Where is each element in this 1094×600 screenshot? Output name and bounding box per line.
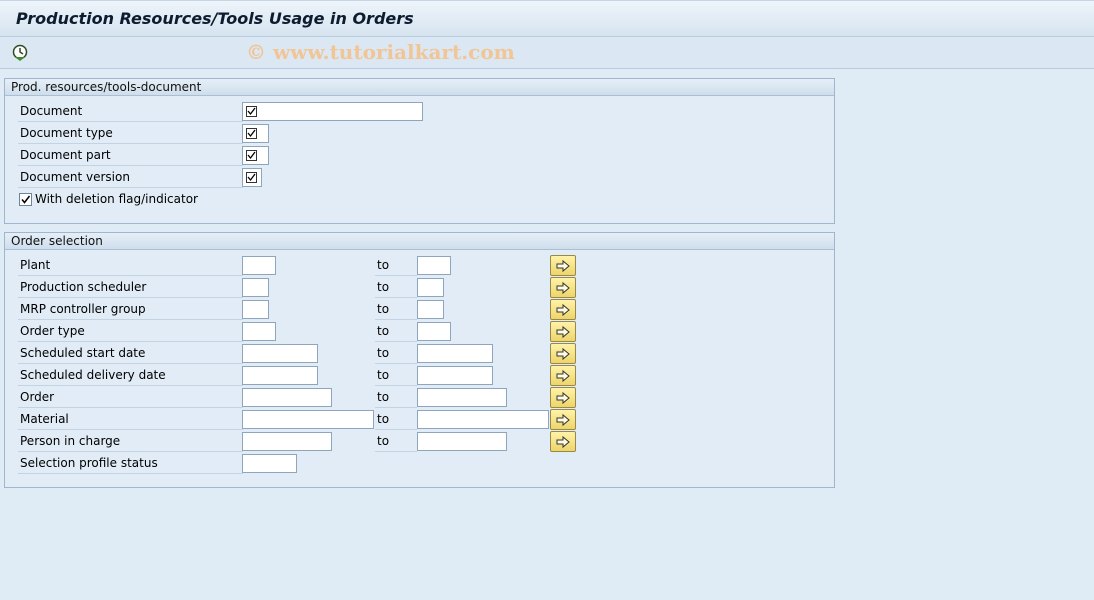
execute-button[interactable] [10,43,30,63]
production-scheduler-from-input[interactable] [242,278,269,297]
document-row: Document [5,100,834,122]
document-type-input[interactable] [242,124,269,143]
to-label: to [375,342,417,364]
material-from-input[interactable] [242,410,374,429]
watermark: © www.tutorialkart.com [246,40,515,64]
order-selection-group-header: Order selection [5,233,834,250]
mrp-controller-group-from-input[interactable] [242,300,269,319]
material-to-input[interactable] [417,410,549,429]
mrp-controller-group-label: MRP controller group [18,298,243,320]
production-scheduler-label: Production scheduler [18,276,243,298]
arrow-right-icon [556,435,570,448]
to-label: to [375,276,417,298]
material-label: Material [18,408,243,430]
scheduled-delivery-date-from-input[interactable] [242,366,318,385]
order-type-to-input[interactable] [417,322,451,341]
scheduled-delivery-date-label: Scheduled delivery date [18,364,243,386]
required-check-icon [246,172,257,183]
document-version-label: Document version [18,166,243,188]
order-selection-group: Order selection Plant to Production sche… [4,232,835,488]
order-type-multiple-selection-button[interactable] [550,321,576,342]
to-label: to [375,430,417,452]
scheduled-start-date-from-input[interactable] [242,344,318,363]
title-bar: Production Resources/Tools Usage in Orde… [0,0,1094,37]
scheduled-delivery-date-to-input[interactable] [417,366,493,385]
to-label: to [375,320,417,342]
mrp-controller-group-to-input[interactable] [417,300,444,319]
arrow-right-icon [556,281,570,294]
plant-label: Plant [18,254,243,276]
arrow-right-icon [556,413,570,426]
person-in-charge-label: Person in charge [18,430,243,452]
plant-multiple-selection-button[interactable] [550,255,576,276]
scheduled-delivery-date-multiple-selection-button[interactable] [550,365,576,386]
arrow-right-icon [556,391,570,404]
document-type-row: Document type [5,122,834,144]
arrow-right-icon [556,303,570,316]
material-multiple-selection-button[interactable] [550,409,576,430]
plant-from-input[interactable] [242,256,276,275]
order-row: Order to [5,386,834,408]
mrp-controller-group-row: MRP controller group to [5,298,834,320]
order-multiple-selection-button[interactable] [550,387,576,408]
plant-row: Plant to [5,254,834,276]
selection-profile-status-row: Selection profile status [5,452,834,474]
document-version-input[interactable] [242,168,262,187]
scheduled-delivery-date-row: Scheduled delivery date to [5,364,834,386]
person-in-charge-multiple-selection-button[interactable] [550,431,576,452]
deletion-flag-label: With deletion flag/indicator [35,192,198,206]
deletion-flag-checkbox[interactable] [19,192,32,206]
to-label: to [375,408,417,430]
order-label: Order [18,386,243,408]
document-type-label: Document type [18,122,243,144]
application-toolbar: © www.tutorialkart.com [0,37,1094,69]
document-part-input[interactable] [242,146,269,165]
to-label: to [375,364,417,386]
scheduled-start-date-row: Scheduled start date to [5,342,834,364]
selection-profile-status-label: Selection profile status [18,452,243,474]
document-version-row: Document version [5,166,834,188]
order-to-input[interactable] [417,388,507,407]
arrow-right-icon [556,347,570,360]
scheduled-start-date-multiple-selection-button[interactable] [550,343,576,364]
to-label: to [375,386,417,408]
order-from-input[interactable] [242,388,332,407]
document-group: Prod. resources/tools-document Document … [4,78,835,224]
order-type-from-input[interactable] [242,322,276,341]
document-part-row: Document part [5,144,834,166]
person-in-charge-row: Person in charge to [5,430,834,452]
checkmark-icon [21,195,31,204]
required-check-icon [246,106,257,117]
order-type-label: Order type [18,320,243,342]
to-label: to [375,298,417,320]
deletion-flag-row: With deletion flag/indicator [19,189,198,209]
document-label: Document [18,100,243,122]
page-title: Production Resources/Tools Usage in Orde… [16,9,414,28]
production-scheduler-multiple-selection-button[interactable] [550,277,576,298]
production-scheduler-row: Production scheduler to [5,276,834,298]
selection-profile-status-input[interactable] [242,454,297,473]
required-check-icon [246,150,257,161]
person-in-charge-to-input[interactable] [417,432,507,451]
mrp-controller-group-multiple-selection-button[interactable] [550,299,576,320]
order-type-row: Order type to [5,320,834,342]
required-check-icon [246,128,257,139]
to-label: to [375,254,417,276]
document-group-header: Prod. resources/tools-document [5,79,834,96]
document-part-label: Document part [18,144,243,166]
person-in-charge-from-input[interactable] [242,432,332,451]
arrow-right-icon [556,369,570,382]
plant-to-input[interactable] [417,256,451,275]
execute-clock-icon [12,44,28,61]
document-input[interactable] [242,102,423,121]
scheduled-start-date-to-input[interactable] [417,344,493,363]
material-row: Material to [5,408,834,430]
arrow-right-icon [556,259,570,272]
arrow-right-icon [556,325,570,338]
scheduled-start-date-label: Scheduled start date [18,342,243,364]
production-scheduler-to-input[interactable] [417,278,444,297]
